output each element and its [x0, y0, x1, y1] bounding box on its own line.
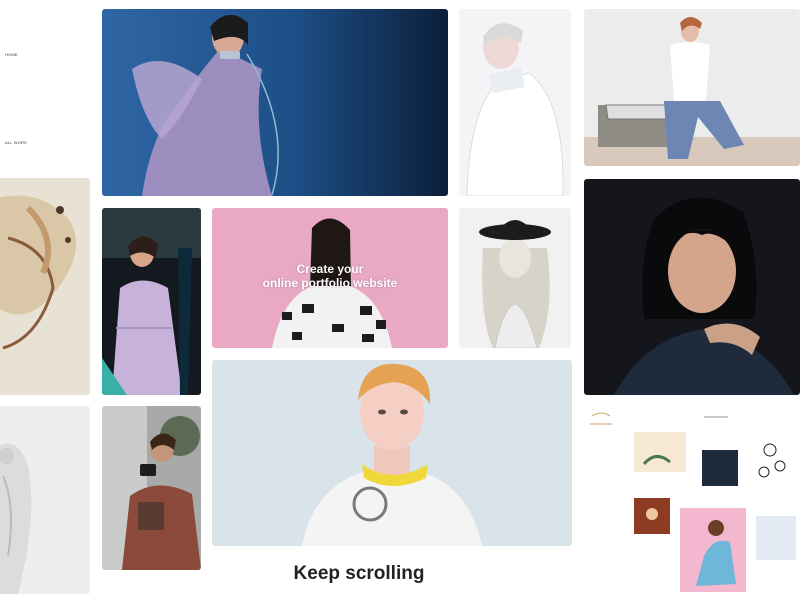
gallery-image-white-turtleneck[interactable] [459, 9, 571, 196]
gallery-image-photographer[interactable] [102, 406, 201, 570]
keep-scrolling-button[interactable]: Keep scrolling [212, 563, 506, 585]
gallery-image-woman-lilac-dress[interactable] [102, 208, 201, 395]
hero-title-line-1: Create your [296, 262, 364, 276]
hero-title-line-2: online portfolio website [262, 276, 398, 290]
portfolio-preview-page: HOME ALL WORK [0, 0, 90, 172]
gallery-illustration-collection[interactable] [584, 406, 800, 594]
gallery-image-dark-portrait[interactable] [584, 179, 800, 395]
nav-link-all-work[interactable]: ALL WORK [5, 140, 27, 145]
gallery-image-blonde-hat[interactable] [459, 208, 571, 348]
hero-title: Create your online portfolio website [212, 262, 448, 290]
gallery-image-hands-abstract[interactable] [0, 178, 90, 395]
gallery-image-redhead-collar[interactable] [212, 360, 572, 546]
gallery-image-woman-sitting[interactable] [584, 9, 800, 166]
gallery-image-woman-telephone[interactable] [102, 9, 448, 196]
hero-banner[interactable]: Create your online portfolio website [212, 208, 448, 348]
nav-link-home[interactable]: HOME [5, 52, 18, 57]
gallery-image-white-fashion[interactable] [0, 406, 90, 594]
